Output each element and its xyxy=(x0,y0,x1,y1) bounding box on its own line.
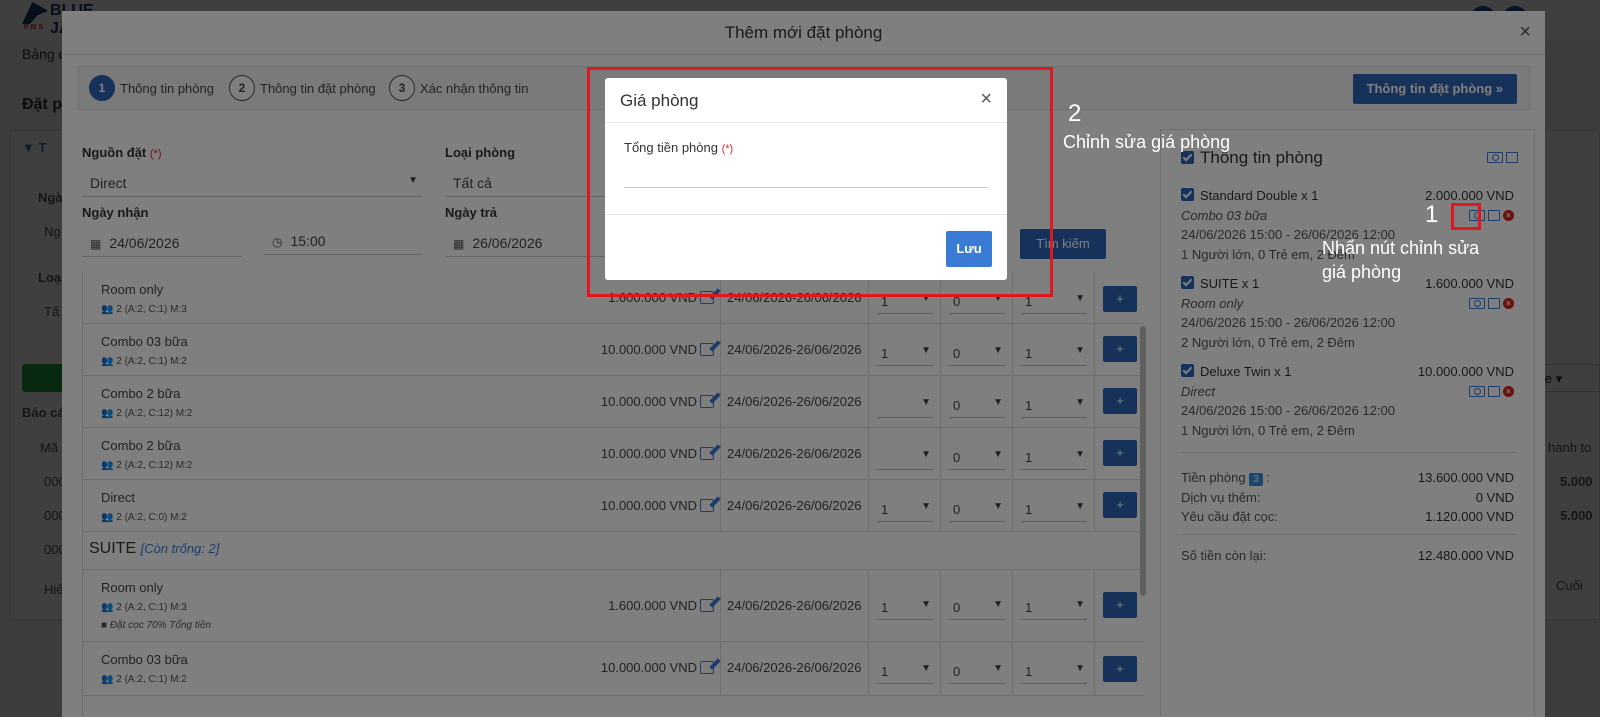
annotation-number: 1 xyxy=(1425,201,1439,228)
annotation-text: Nhấn nút chỉnh sửa xyxy=(1322,238,1480,258)
annotation-text: giá phòng xyxy=(1322,262,1402,282)
annotation-number: 2 xyxy=(1068,100,1082,127)
annotation-text: Chỉnh sửa giá phòng xyxy=(1063,132,1231,152)
annotation-box-dialog xyxy=(587,67,1053,297)
annotation-box-price-button xyxy=(1451,203,1481,230)
